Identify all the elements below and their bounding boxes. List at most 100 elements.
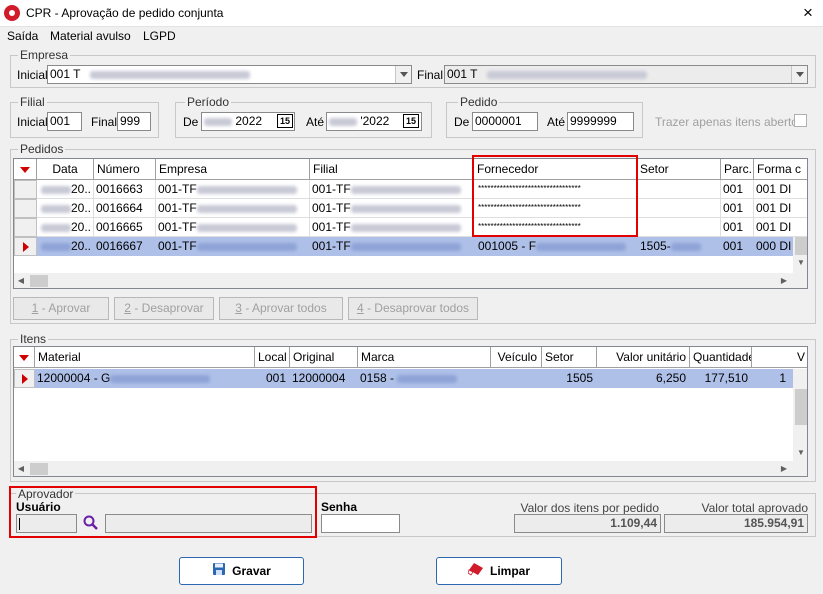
table-row[interactable]: 20.. 0016664 001-TF 001-TF *************…: [14, 199, 807, 218]
col-parc[interactable]: Parc.: [721, 159, 754, 180]
desaprovar-todos-shortcut: 4: [356, 301, 364, 315]
pedidos-vscrollbar[interactable]: ▼: [793, 237, 807, 273]
cell-valor-unitario: 6,250: [597, 369, 690, 388]
row-indicator[interactable]: [14, 199, 37, 218]
chevron-down-icon[interactable]: [791, 66, 807, 83]
col-numero[interactable]: Número: [94, 159, 156, 180]
itens-vscrollbar[interactable]: ▼: [793, 369, 807, 461]
col-forma[interactable]: Forma c: [754, 159, 807, 180]
cell-numero: 0016665: [94, 218, 156, 237]
search-icon[interactable]: [82, 514, 100, 532]
aprovar-todos-button[interactable]: 3 - Aprovar todos: [219, 297, 343, 320]
col-quantidade[interactable]: Quantidade: [690, 347, 752, 368]
calendar-icon[interactable]: 15: [403, 114, 419, 128]
redacted-text: [196, 223, 297, 232]
cell-data-value: 20..: [70, 220, 91, 234]
limpar-label: Limpar: [489, 564, 530, 578]
valor-itens-label: Valor dos itens por pedido: [520, 501, 659, 515]
scroll-thumb[interactable]: [30, 463, 48, 475]
limpar-button[interactable]: Limpar: [436, 557, 562, 585]
cell-setor-value: 1505-: [640, 239, 671, 253]
scroll-down-icon[interactable]: ▼: [795, 257, 807, 269]
col-material[interactable]: Material: [35, 347, 255, 368]
calendar-icon[interactable]: 15: [277, 114, 293, 128]
cell-quantidade: 177,510: [690, 369, 752, 388]
redacted-text: [40, 204, 71, 213]
empresa-inicial-combo[interactable]: 001 T: [47, 65, 412, 84]
cell-forma: 001 DI: [754, 199, 807, 218]
cell-setor: [637, 180, 721, 199]
cell-parc: 001: [721, 180, 754, 199]
chevron-down-icon[interactable]: [395, 66, 411, 83]
aprovar-button[interactable]: 1 - Aprovar: [13, 297, 109, 320]
cell-filial-value: 001-TF: [312, 201, 351, 215]
valor-itens-field: 1.109,44: [514, 514, 661, 533]
desaprovar-todos-button[interactable]: 4 - Desaprovar todos: [348, 297, 478, 320]
empresa-final-combo[interactable]: 001 T: [444, 65, 808, 84]
fornecedor-highlight-box: [472, 155, 638, 237]
filial-final-input[interactable]: 999: [117, 112, 151, 131]
col-local[interactable]: Local: [255, 347, 290, 368]
cell-numero: 0016667: [94, 237, 156, 256]
desaprovar-button[interactable]: 2 - Desaprovar: [114, 297, 214, 320]
close-icon[interactable]: ×: [797, 2, 819, 24]
cell-filial-value: 001-TF: [312, 220, 351, 234]
cell-numero: 0016663: [94, 180, 156, 199]
row-indicator[interactable]: [14, 180, 37, 199]
menu-saida[interactable]: Saída: [7, 29, 38, 43]
pedidos-header-indicator[interactable]: [14, 159, 37, 180]
pedido-ate-input[interactable]: 9999999: [567, 112, 634, 131]
redacted-text: [110, 374, 211, 383]
senha-input[interactable]: [321, 514, 400, 533]
col-veiculo[interactable]: Veículo: [491, 347, 542, 368]
col-marca[interactable]: Marca: [358, 347, 491, 368]
redacted-text: [40, 223, 71, 232]
table-row-selected[interactable]: 12000004 - G 001 12000004 0158 - 1505 6,…: [14, 369, 807, 388]
scroll-left-icon[interactable]: ◀: [16, 275, 26, 287]
scroll-right-icon[interactable]: ▶: [779, 463, 789, 475]
row-indicator[interactable]: [14, 369, 35, 388]
trazer-abertos-checkbox[interactable]: [794, 114, 807, 127]
col-filial[interactable]: Filial: [310, 159, 474, 180]
col-valor-unitario[interactable]: Valor unitário: [597, 347, 690, 368]
menu-lgpd[interactable]: LGPD: [143, 29, 176, 43]
cell-filial: 001-TF: [310, 218, 474, 237]
col-setor[interactable]: Setor: [637, 159, 721, 180]
row-indicator[interactable]: [14, 237, 37, 256]
scroll-thumb[interactable]: [30, 275, 48, 287]
col-v[interactable]: V: [752, 347, 807, 368]
cell-setor: 1505-: [637, 237, 721, 256]
scroll-left-icon[interactable]: ◀: [16, 463, 26, 475]
window-title: CPR - Aprovação de pedido conjunta: [26, 6, 224, 20]
gravar-button[interactable]: Gravar: [179, 557, 304, 585]
cell-forma: 001 DI: [754, 180, 807, 199]
filial-inicial-input[interactable]: 001: [47, 112, 82, 131]
table-row[interactable]: 20.. 0016663 001-TF 001-TF *************…: [14, 180, 807, 199]
cell-setor: [637, 218, 721, 237]
itens-header-indicator[interactable]: [14, 347, 35, 368]
row-indicator[interactable]: [14, 218, 37, 237]
scroll-right-icon[interactable]: ▶: [779, 275, 789, 287]
empresa-inicial-label: Inicial: [17, 68, 48, 82]
col-empresa[interactable]: Empresa: [156, 159, 310, 180]
table-row[interactable]: 20.. 0016665 001-TF 001-TF *************…: [14, 218, 807, 237]
col-original[interactable]: Original: [290, 347, 358, 368]
scroll-thumb[interactable]: [795, 389, 807, 425]
cell-empresa-value: 001-TF: [158, 201, 197, 215]
cell-veiculo: [491, 369, 542, 388]
itens-hscrollbar[interactable]: ◀ ▶: [14, 461, 807, 476]
scroll-thumb[interactable]: [795, 237, 807, 255]
scroll-down-icon[interactable]: ▼: [795, 447, 807, 459]
trazer-abertos-label: Trazer apenas itens abertos: [655, 115, 804, 129]
col-data[interactable]: Data: [37, 159, 94, 180]
pedidos-hscrollbar[interactable]: ◀ ▶: [14, 273, 807, 288]
periodo-ate-value: '2022: [360, 114, 390, 128]
cell-empresa: 001-TF: [156, 180, 310, 199]
menu-material-avulso[interactable]: Material avulso: [50, 29, 131, 43]
pedido-de-input[interactable]: 0000001: [472, 112, 538, 131]
col-setor[interactable]: Setor: [542, 347, 597, 368]
current-row-arrow-icon: [22, 374, 28, 384]
table-row-selected[interactable]: 20.. 0016667 001-TF 001-TF 001005 - F 15…: [14, 237, 807, 256]
cell-local: 001: [255, 369, 290, 388]
usuario-code-input[interactable]: [16, 514, 77, 533]
